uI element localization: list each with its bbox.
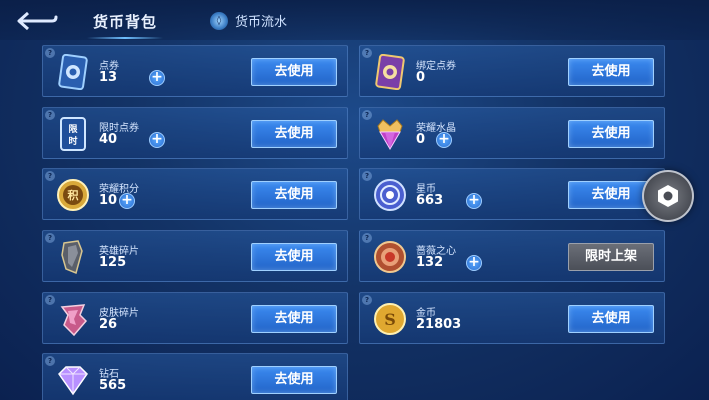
gold-coin-icon: S	[370, 299, 410, 339]
add-honor-points-button[interactable]: +	[119, 193, 135, 209]
currency-flow-link[interactable]: ◊ 货币流水	[210, 11, 287, 30]
add-rose-heart-button[interactable]: +	[466, 255, 482, 271]
currency-card-star-coin: ? 星币 663 + 去使用	[359, 168, 665, 220]
voucher-icon	[53, 52, 93, 92]
star-coin-icon	[370, 175, 410, 215]
currency-card-gold: ? S 金币 21803 去使用	[359, 292, 665, 344]
currency-flow-icon: ◊	[210, 11, 228, 30]
limited-voucher-icon: 限 时	[53, 114, 93, 154]
limited-badge-char-1: 限	[68, 124, 78, 135]
rose-heart-icon	[370, 237, 410, 277]
use-button[interactable]: 去使用	[251, 305, 337, 333]
currency-amount: 21803	[416, 317, 462, 332]
use-button[interactable]: 去使用	[251, 58, 337, 86]
page-title: 货币背包	[86, 13, 164, 39]
svg-text:积: 积	[68, 188, 79, 202]
use-button[interactable]: 去使用	[251, 366, 337, 394]
honor-points-icon: 积	[53, 175, 93, 215]
skin-shards-icon	[53, 299, 93, 339]
back-arrow-icon	[17, 11, 58, 31]
add-honor-crystal-button[interactable]: +	[436, 132, 452, 148]
currency-card-diamond: ? 钻石 565 去使用	[42, 353, 348, 400]
currency-card-rose-heart: ? 蔷薇之心 132 + 限时上架	[359, 230, 665, 282]
hero-shards-icon	[53, 237, 93, 277]
hexagon-menu-icon	[658, 185, 678, 207]
currency-amount: 0	[416, 70, 426, 85]
currency-amount: 125	[99, 255, 127, 270]
currency-flow-label: 货币流水	[235, 15, 288, 30]
currency-amount: 132	[416, 255, 444, 270]
add-limited-voucher-button[interactable]: +	[149, 132, 165, 148]
currency-card-skin-shards: ? 皮肤碎片 26 去使用	[42, 292, 348, 344]
currency-amount: 663	[416, 193, 444, 208]
currency-card-voucher: ? 点券 13 + 去使用	[42, 45, 348, 97]
use-button[interactable]: 去使用	[568, 305, 654, 333]
use-button[interactable]: 去使用	[568, 120, 654, 148]
bound-voucher-icon	[370, 52, 410, 92]
use-button[interactable]: 去使用	[568, 58, 654, 86]
back-button[interactable]	[16, 10, 58, 32]
currency-card-hero-shards: ? 英雄碎片 125 去使用	[42, 230, 348, 282]
currency-amount: 565	[99, 378, 127, 393]
currency-card-honor-crystal: ? 荣耀水晶 0 + 去使用	[359, 107, 665, 159]
top-bar: 货币背包 ◊ 货币流水	[0, 0, 709, 40]
svg-text:S: S	[384, 310, 396, 329]
currency-amount: 0	[416, 132, 426, 147]
currency-card-bound-voucher: ? 绑定点券 0 去使用	[359, 45, 665, 97]
use-button[interactable]: 去使用	[251, 181, 337, 209]
honor-crystal-icon	[370, 114, 410, 154]
currency-card-limited-voucher: ? 限 时 限时点券 40 + 去使用	[42, 107, 348, 159]
diamond-icon	[53, 360, 93, 400]
currency-card-honor-points: ? 积 荣耀积分 10 + 去使用	[42, 168, 348, 220]
currency-amount: 26	[99, 317, 118, 332]
currency-amount: 13	[99, 70, 118, 85]
add-star-coin-button[interactable]: +	[466, 193, 482, 209]
limited-release-button[interactable]: 限时上架	[568, 243, 654, 271]
use-button[interactable]: 去使用	[251, 120, 337, 148]
limited-badge-char-2: 时	[68, 135, 77, 147]
use-button[interactable]: 去使用	[251, 243, 337, 271]
floating-menu-button[interactable]	[642, 170, 694, 222]
currency-amount: 40	[99, 132, 118, 147]
currency-amount: 10	[99, 193, 118, 208]
add-voucher-button[interactable]: +	[149, 70, 165, 86]
